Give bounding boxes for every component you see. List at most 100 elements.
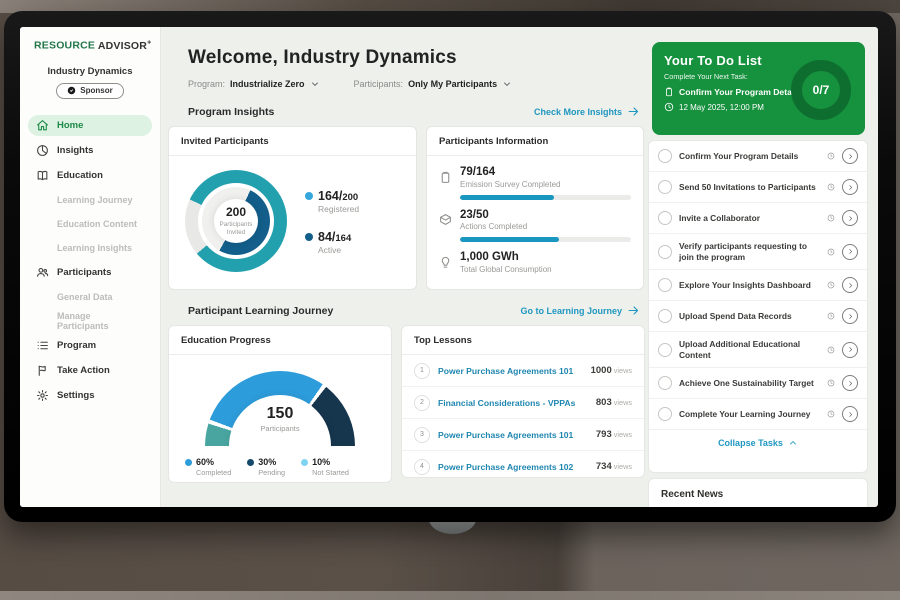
gauge-legend: 60%Completed30%Pending10%Not Started xyxy=(185,457,391,477)
progress-bar xyxy=(460,237,631,242)
sidebar-nav: Home Insights Education Learning Journey Edu… xyxy=(20,113,160,408)
page-title: Welcome, Industry Dynamics xyxy=(188,47,648,69)
monitor-bezel: RESOURCE ADVISOR+ Industry Dynamics Spon… xyxy=(4,11,896,522)
sidebar-item-participants[interactable]: Participants xyxy=(28,262,152,283)
task-send-50-invitations-to-participants[interactable]: Send 50 Invitations to Participants xyxy=(649,172,867,203)
task-upload-spend-data-records[interactable]: Upload Spend Data Records xyxy=(649,301,867,332)
sidebar-item-label: Home xyxy=(57,120,83,131)
filter-program[interactable]: Program:Industrialize Zero xyxy=(188,79,320,89)
sidebar-item-label: Insights xyxy=(57,145,93,156)
task-label: Achieve One Sustainability Target xyxy=(679,378,820,389)
participants-info-rows: 79/164Emission Survey Completed23/50Acti… xyxy=(427,156,643,274)
sidebar-item-program[interactable]: Program xyxy=(28,335,152,356)
task-open-button[interactable] xyxy=(842,406,858,422)
invited-donut-chart: 200 Participants Invited xyxy=(185,170,287,272)
task-open-button[interactable] xyxy=(842,277,858,293)
todo-next-task: Confirm Your Program Details xyxy=(679,87,801,97)
task-confirm-your-program-details[interactable]: Confirm Your Program Details xyxy=(649,141,867,172)
task-invite-a-collaborator[interactable]: Invite a Collaborator xyxy=(649,203,867,234)
task-open-button[interactable] xyxy=(842,375,858,391)
task-explore-your-insights-dashboard[interactable]: Explore Your Insights Dashboard xyxy=(649,270,867,301)
arrow-right-icon xyxy=(627,105,640,118)
task-label: Invite a Collaborator xyxy=(679,213,820,224)
progress-bar xyxy=(460,195,631,200)
sidebar-subitem-manage-participants[interactable]: Manage Participants xyxy=(28,311,152,331)
invited-donut-wrap: 200 Participants Invited 164/200Register… xyxy=(169,156,416,272)
donut-center: 200 Participants Invited xyxy=(214,199,258,243)
task-checkbox[interactable] xyxy=(658,211,672,225)
learning-cards-row: Education Progress 150 Participants 60%C… xyxy=(168,325,648,483)
sidebar-subitem-education-content[interactable]: Education Content xyxy=(28,214,152,234)
organization-name: Industry Dynamics xyxy=(20,66,160,77)
sidebar-item-insights[interactable]: Insights xyxy=(28,140,152,161)
task-checkbox[interactable] xyxy=(658,407,672,421)
lesson-title-link[interactable]: Power Purchase Agreements 101 xyxy=(438,366,591,376)
education-progress-title: Education Progress xyxy=(169,326,391,355)
task-clock-icon xyxy=(827,281,835,289)
collapse-tasks-link[interactable]: Collapse Tasks xyxy=(649,430,867,454)
todo-column: Your To Do List Complete Your Next Task:… xyxy=(648,27,868,507)
task-open-button[interactable] xyxy=(842,342,858,358)
task-open-button[interactable] xyxy=(842,244,858,260)
todo-due-date: 12 May 2025, 12:00 PM xyxy=(679,103,764,112)
filter-bar: Program:Industrialize Zero Participants:O… xyxy=(188,79,648,89)
task-checkbox[interactable] xyxy=(658,278,672,292)
education-gauge-chart: 150 Participants xyxy=(205,371,355,447)
lesson-title-link[interactable]: Power Purchase Agreements 101 xyxy=(438,430,596,440)
invited-participants-title: Invited Participants xyxy=(169,127,416,156)
task-checkbox[interactable] xyxy=(658,309,672,323)
sidebar-subitem-learning-journey[interactable]: Learning Journey xyxy=(28,190,152,210)
task-checkbox[interactable] xyxy=(658,376,672,390)
task-checkbox[interactable] xyxy=(658,343,672,357)
sidebar-item-education[interactable]: Education xyxy=(28,165,152,186)
sponsor-icon xyxy=(67,86,76,95)
task-label: Upload Additional Educational Content xyxy=(679,339,820,360)
task-checkbox[interactable] xyxy=(658,149,672,163)
task-achieve-one-sustainability-target[interactable]: Achieve One Sustainability Target xyxy=(649,368,867,399)
todo-summary-card: Your To Do List Complete Your Next Task:… xyxy=(652,42,865,135)
legend-percent: 60% xyxy=(196,457,214,467)
lesson-title-link[interactable]: Power Purchase Agreements 102 xyxy=(438,462,596,472)
lesson-views: 1000views xyxy=(591,365,632,376)
sidebar-item-settings[interactable]: Settings xyxy=(28,385,152,406)
check-more-insights-link[interactable]: Check More Insights xyxy=(534,105,640,118)
chevron-down-icon xyxy=(502,79,512,89)
task-checkbox[interactable] xyxy=(658,245,672,259)
home-icon xyxy=(36,119,49,132)
task-upload-additional-educational-content[interactable]: Upload Additional Educational Content xyxy=(649,332,867,368)
task-open-button[interactable] xyxy=(842,179,858,195)
task-clock-icon xyxy=(827,346,835,354)
task-label: Complete Your Learning Journey xyxy=(679,409,820,420)
sidebar-subitem-learning-insights[interactable]: Learning Insights xyxy=(28,238,152,258)
task-open-button[interactable] xyxy=(842,210,858,226)
chevron-right-icon xyxy=(847,411,854,418)
bulb-icon xyxy=(439,256,452,269)
logo-secondary: ADVISOR+ xyxy=(98,40,152,52)
legend-dot xyxy=(301,459,308,466)
sidebar-item-home[interactable]: Home xyxy=(28,115,152,136)
lesson-title-link[interactable]: Financial Considerations - VPPAs xyxy=(438,398,596,408)
chevron-right-icon xyxy=(847,184,854,191)
legend-value: 164/200 xyxy=(318,189,358,203)
top-lessons-card: Top Lessons 1Power Purchase Agreements 1… xyxy=(401,325,645,478)
legend-label: Pending xyxy=(258,468,285,477)
task-open-button[interactable] xyxy=(842,308,858,324)
go-to-learning-journey-link[interactable]: Go to Learning Journey xyxy=(520,304,640,317)
sidebar-item-take-action[interactable]: Take Action xyxy=(28,360,152,381)
lesson-row: 1Power Purchase Agreements 1011000views xyxy=(402,355,644,387)
task-verify-participants-requesting-to-join-the-program[interactable]: Verify participants requesting to join t… xyxy=(649,234,867,270)
task-complete-your-learning-journey[interactable]: Complete Your Learning Journey xyxy=(649,399,867,430)
task-clock-icon xyxy=(827,248,835,256)
dashboard-screen: RESOURCE ADVISOR+ Industry Dynamics Spon… xyxy=(20,27,878,507)
filter-label: Participants: xyxy=(354,79,404,89)
task-clock-icon xyxy=(827,410,835,418)
chevron-right-icon xyxy=(847,215,854,222)
task-checkbox[interactable] xyxy=(658,180,672,194)
task-label: Explore Your Insights Dashboard xyxy=(679,280,820,291)
task-open-button[interactable] xyxy=(842,148,858,164)
progress-bar-fill xyxy=(460,195,554,200)
sidebar-subitem-general-data[interactable]: General Data xyxy=(28,287,152,307)
gauge-center: 150 Participants xyxy=(205,405,355,433)
participants-information-title: Participants Information xyxy=(427,127,643,156)
filter-participants[interactable]: Participants:Only My Participants xyxy=(354,79,513,89)
